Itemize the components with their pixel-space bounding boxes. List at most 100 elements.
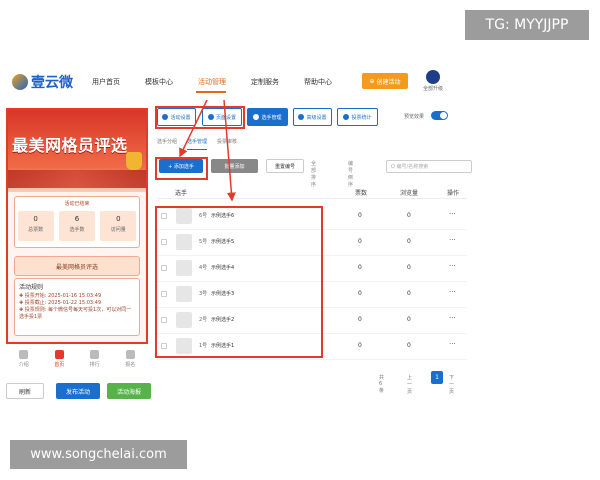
user-badge[interactable]: 全部升级 xyxy=(420,70,446,92)
contestant-views: 0 xyxy=(407,264,411,271)
current-page[interactable]: 1 xyxy=(431,371,443,384)
stat-visits: 0 访问量 xyxy=(100,211,137,241)
tab-home[interactable]: 首页 xyxy=(46,350,72,374)
plus-icon: ⊕ xyxy=(369,77,375,85)
more-actions-icon[interactable]: ··· xyxy=(449,210,456,218)
button-label: 投票统计 xyxy=(351,114,372,121)
contestant-management-button[interactable]: 选手管理 xyxy=(247,108,288,126)
brand-name: 壹云微 xyxy=(31,75,73,91)
stat-label: 总票数 xyxy=(28,227,44,233)
more-actions-icon[interactable]: ··· xyxy=(449,236,456,244)
activity-status: 活动已结束 xyxy=(64,201,90,207)
highlight-add-button xyxy=(155,157,208,180)
contestant-views: 0 xyxy=(407,342,411,349)
tab-contestant-management[interactable]: 选手管理 xyxy=(187,138,208,150)
vote-statistics-button[interactable]: 投票统计 xyxy=(337,108,378,126)
contestant-votes: 0 xyxy=(358,264,362,271)
prev-page-button[interactable]: 上一页 xyxy=(407,374,412,395)
stat-total-votes: 0 总票数 xyxy=(17,211,54,241)
col-actions: 操作 xyxy=(447,190,460,197)
search-input[interactable]: Q 编号/名称搜索 xyxy=(386,160,472,173)
rule-text: 投票开始: 2025-01-16 15:03:49 xyxy=(24,293,102,299)
users-icon xyxy=(253,114,260,120)
stat-label: 选手数 xyxy=(69,227,85,233)
ranking-icon xyxy=(90,350,100,359)
nav-custom-service[interactable]: 定制服务 xyxy=(251,77,279,87)
avatar xyxy=(426,70,440,84)
nav-templates[interactable]: 模板中心 xyxy=(145,77,173,87)
col-votes: 票数 xyxy=(355,190,368,197)
publish-activity-button[interactable]: 发布活动 xyxy=(56,383,100,399)
preview-title: 最美网格员评选 xyxy=(12,136,128,155)
more-actions-icon[interactable]: ··· xyxy=(449,340,456,348)
preview-banner: 最美网格员评选 xyxy=(8,110,146,192)
tab-intro[interactable]: 介绍 xyxy=(11,350,37,374)
highlight-toolbar xyxy=(155,106,245,129)
preview-buttons: 刷新 发布活动 活动海报 xyxy=(6,383,156,399)
button-label: 高级设置 xyxy=(306,114,327,121)
crowd-illustration xyxy=(8,170,146,188)
rule-item: ✚ 投票开始: 2025-01-16 15:03:49 xyxy=(19,293,102,299)
brand-logo[interactable]: 壹云微 xyxy=(12,72,73,92)
contestant-views: 0 xyxy=(407,212,411,219)
tab-ranking[interactable]: 排行 xyxy=(82,350,108,374)
stat-contestants: 6 选手数 xyxy=(58,211,95,241)
signup-icon xyxy=(125,350,135,359)
preview-subtitle: 最美网格员评选 xyxy=(14,256,140,276)
home-icon xyxy=(54,350,64,359)
preview-toggle[interactable] xyxy=(431,111,448,120)
contestant-votes: 0 xyxy=(358,238,362,245)
nav-home[interactable]: 用户首页 xyxy=(92,77,120,87)
more-actions-icon[interactable]: ··· xyxy=(449,288,456,296)
rules-card: 活动规则 ✚ 投票开始: 2025-01-16 15:03:49 ✚ 投票截止:… xyxy=(14,278,140,336)
preview-bottom-tabs: 介绍 首页 排行 报名 xyxy=(6,350,148,374)
stat-value: 6 xyxy=(74,215,80,223)
preview-toggle-label: 预览效果 xyxy=(404,114,425,120)
table-header: 选手 票数 浏览量 操作 xyxy=(157,186,467,199)
phone-preview: 最美网格员评选 活动已结束 0 总票数 6 选手数 0 访问量 最美网格员评选 … xyxy=(6,108,148,344)
col-views: 浏览量 xyxy=(400,190,419,197)
rule-item: ✚ 投票规则: 每个微信号每天可投1次，可以对同一选手投1票 xyxy=(19,307,132,320)
activity-poster-button[interactable]: 活动海报 xyxy=(107,383,151,399)
contestant-views: 0 xyxy=(407,238,411,245)
sub-tabs: 选手分组 选手管理 投票审核 xyxy=(157,138,237,150)
next-page-button[interactable]: 下一页 xyxy=(449,374,454,395)
stat-label: 访问量 xyxy=(110,227,126,233)
advanced-settings-button[interactable]: 高级设置 xyxy=(293,108,332,126)
tab-contestant-groups[interactable]: 选手分组 xyxy=(157,138,177,150)
contestant-votes: 0 xyxy=(358,290,362,297)
button-label: 选手管理 xyxy=(261,114,282,121)
contestant-votes: 0 xyxy=(358,342,362,349)
tab-signup[interactable]: 报名 xyxy=(117,350,143,374)
tab-label: 介绍 xyxy=(18,362,29,368)
tab-label: 报名 xyxy=(125,362,136,368)
rules-title: 活动规则 xyxy=(19,284,44,291)
chart-icon xyxy=(343,114,350,120)
more-actions-icon[interactable]: ··· xyxy=(449,262,456,270)
tab-vote-review[interactable]: 投票审核 xyxy=(217,138,237,150)
stat-value: 0 xyxy=(116,215,121,223)
stat-card: 活动已结束 0 总票数 6 选手数 0 访问量 xyxy=(14,196,140,248)
contestant-views: 0 xyxy=(407,290,411,297)
batch-add-button[interactable]: 批量添加 xyxy=(211,159,258,173)
contestant-views: 0 xyxy=(407,316,411,323)
stat-value: 0 xyxy=(33,215,38,223)
rule-item: ✚ 投票截止: 2025-01-22 15:03:49 xyxy=(19,300,102,306)
contestant-votes: 0 xyxy=(358,316,362,323)
sort-all-select[interactable]: 全部排序 xyxy=(311,160,316,188)
create-activity-button[interactable]: ⊕ 创建活动 xyxy=(362,73,408,89)
nav-help[interactable]: 帮助中心 xyxy=(304,77,332,87)
watermark-site: www.songchelai.com xyxy=(10,440,187,469)
refresh-button[interactable]: 刷新 xyxy=(6,383,44,399)
contestant-votes: 0 xyxy=(358,212,362,219)
trophy-icon xyxy=(126,152,142,170)
number-order-select[interactable]: 编号倒序 xyxy=(348,160,353,188)
tab-label: 首页 xyxy=(54,362,65,368)
total-count: 共 6 条 xyxy=(379,375,385,394)
reset-number-button[interactable]: 重置编号 xyxy=(266,159,304,173)
rule-text: 投票规则: 每个微信号每天可投1次，可以对同一选手投1票 xyxy=(19,307,132,320)
top-bar: 壹云微 用户首页 模板中心 活动管理 定制服务 帮助中心 ⊕ 创建活动 全部升级 xyxy=(0,66,600,100)
more-actions-icon[interactable]: ··· xyxy=(449,314,456,322)
nav-activity-management[interactable]: 活动管理 xyxy=(198,77,226,87)
nav-active-indicator xyxy=(196,91,226,93)
